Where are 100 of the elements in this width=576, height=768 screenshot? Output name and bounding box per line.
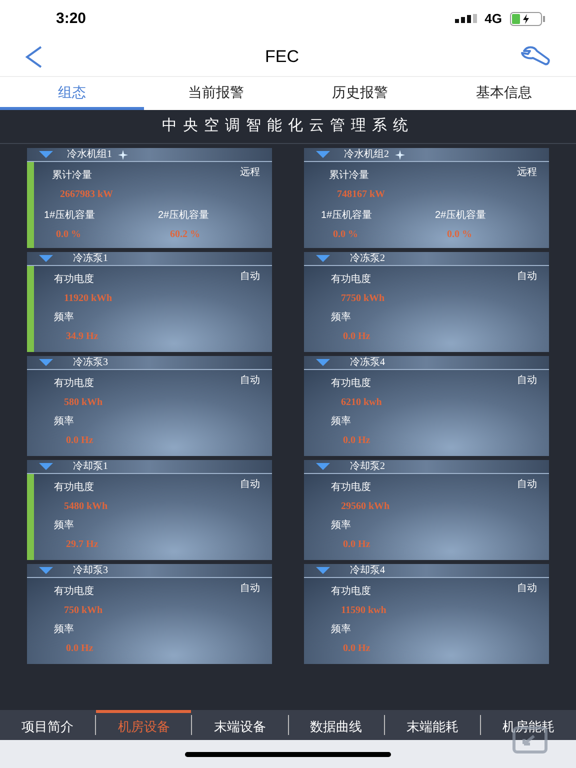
card-title: 冷冻泵3 xyxy=(73,358,108,368)
dropdown-triangle-icon[interactable] xyxy=(316,151,330,158)
reading-label: 频率 xyxy=(54,622,74,637)
dropdown-triangle-icon[interactable] xyxy=(39,567,53,574)
device-card[interactable]: 冷却泵1 有功电度 5480 kWh 频率 29.7 Hz 自动 xyxy=(27,460,272,560)
reading-label: 2#压机容量 xyxy=(158,208,210,223)
reading-label: 频率 xyxy=(331,518,351,533)
device-card[interactable]: 冷却泵4 有功电度 11590 kwh 频率 0.0 Hz 自动 xyxy=(304,564,549,664)
reading-value: 34.9 Hz xyxy=(66,330,98,344)
tab[interactable]: 组态 xyxy=(0,77,144,110)
reading-value: 11590 kwh xyxy=(341,604,386,618)
bottom-tab[interactable]: 末端能耗 xyxy=(384,710,480,740)
bottom-tab[interactable]: 数据曲线 xyxy=(288,710,384,740)
reading-value: 7750 kWh xyxy=(341,292,385,306)
reading-value: 2667983 kW xyxy=(60,188,114,202)
mode-label: 自动 xyxy=(517,478,537,492)
reading-label: 累计冷量 xyxy=(329,168,369,183)
mode-label: 自动 xyxy=(240,582,260,596)
reading-value: 0.0 Hz xyxy=(66,642,94,656)
card-title: 冷却泵4 xyxy=(350,566,385,576)
page-title: FEC xyxy=(265,46,299,68)
reading-value: 748167 kW xyxy=(337,188,386,202)
dropdown-triangle-icon[interactable] xyxy=(316,463,330,470)
battery-icon xyxy=(510,12,546,26)
reading-value: 0.0 Hz xyxy=(66,434,94,448)
reading-label: 有功电度 xyxy=(54,480,94,495)
back-icon[interactable] xyxy=(24,45,44,69)
reading-label: 频率 xyxy=(54,310,74,325)
bottom-tab[interactable]: 项目简介 xyxy=(0,710,96,740)
bottom-tab[interactable]: 末端设备 xyxy=(192,710,288,740)
reading-value: 29560 kWh xyxy=(341,500,390,514)
panel-title: 中央空调智能化云管理系统 xyxy=(162,116,414,136)
reading-value: 0.0 % xyxy=(56,228,81,242)
device-card[interactable]: 冷水机组2 累计冷量 748167 kW 1#压机容量 2#压机容量 0.0 % 0.0 % 远程 xyxy=(304,148,549,248)
tab[interactable]: 基本信息 xyxy=(432,77,576,110)
sparkle-icon xyxy=(395,150,405,160)
reading-value: 580 kWh xyxy=(64,396,103,410)
mode-label: 远程 xyxy=(240,166,260,180)
device-card[interactable]: 冷水机组1 累计冷量 2667983 kW 1#压机容量 2#压机容量 0.0 % 60.2 % 远程 xyxy=(27,148,272,248)
sparkle-icon xyxy=(118,150,128,160)
dropdown-triangle-icon[interactable] xyxy=(39,151,53,158)
device-card[interactable]: 冷冻泵3 有功电度 580 kWh 频率 0.0 Hz 自动 xyxy=(27,356,272,456)
reading-label: 频率 xyxy=(331,414,351,429)
device-card[interactable]: 冷冻泵2 有功电度 7750 kWh 频率 0.0 Hz 自动 xyxy=(304,252,549,352)
reading-label: 有功电度 xyxy=(331,480,371,495)
dropdown-triangle-icon[interactable] xyxy=(39,255,53,262)
reading-value: 0.0 Hz xyxy=(343,642,370,656)
reading-value: 0.0 % xyxy=(333,228,358,242)
dropdown-triangle-icon[interactable] xyxy=(316,567,330,574)
dropdown-triangle-icon[interactable] xyxy=(316,255,330,262)
reading-value: 0.0 Hz xyxy=(343,434,370,448)
status-time: 3:20 xyxy=(56,8,86,29)
reading-label: 有功电度 xyxy=(331,272,371,287)
card-title: 冷水机组1 xyxy=(67,150,112,160)
reading-label: 2#压机容量 xyxy=(435,208,486,223)
card-title: 冷却泵2 xyxy=(350,462,385,472)
reading-value: 11920 kWh xyxy=(64,292,112,306)
reading-label: 有功电度 xyxy=(54,584,94,599)
reading-label: 1#压机容量 xyxy=(44,208,96,223)
card-title: 冷冻泵1 xyxy=(73,254,108,264)
tab[interactable]: 当前报警 xyxy=(144,77,288,110)
mode-label: 自动 xyxy=(517,582,537,596)
signal-icon xyxy=(454,14,477,24)
reading-value: 60.2 % xyxy=(170,228,200,242)
reading-label: 有功电度 xyxy=(54,376,94,391)
mode-label: 远程 xyxy=(517,166,537,180)
dropdown-triangle-icon[interactable] xyxy=(39,463,53,470)
reading-value: 6210 kwh xyxy=(341,396,382,410)
device-card[interactable]: 冷却泵2 有功电度 29560 kWh 频率 0.0 Hz 自动 xyxy=(304,460,549,560)
reading-label: 累计冷量 xyxy=(52,168,92,183)
device-card[interactable]: 冷冻泵4 有功电度 6210 kwh 频率 0.0 Hz 自动 xyxy=(304,356,549,456)
reading-label: 有功电度 xyxy=(54,272,94,287)
network-label: 4G xyxy=(484,10,502,28)
card-title: 冷水机组2 xyxy=(344,150,389,160)
reading-label: 1#压机容量 xyxy=(321,208,372,223)
device-card[interactable]: 冷冻泵1 有功电度 11920 kWh 频率 34.9 Hz 自动 xyxy=(27,252,272,352)
mode-label: 自动 xyxy=(517,374,537,388)
mode-label: 自动 xyxy=(240,478,260,492)
device-card[interactable]: 冷却泵3 有功电度 750 kWh 频率 0.0 Hz 自动 xyxy=(27,564,272,664)
mode-label: 自动 xyxy=(240,374,260,388)
bottom-tab[interactable]: 机房能耗 xyxy=(480,710,576,740)
reading-label: 有功电度 xyxy=(331,584,371,599)
mode-label: 自动 xyxy=(517,270,537,284)
reading-value: 750 kWh xyxy=(64,604,103,618)
reading-label: 频率 xyxy=(331,622,351,637)
card-title: 冷却泵3 xyxy=(73,566,108,576)
reading-label: 频率 xyxy=(331,310,351,325)
reading-label: 频率 xyxy=(54,414,74,429)
dropdown-triangle-icon[interactable] xyxy=(316,359,330,366)
reading-value: 0.0 Hz xyxy=(343,330,370,344)
card-title: 冷冻泵2 xyxy=(350,254,385,264)
mode-label: 自动 xyxy=(240,270,260,284)
reading-label: 有功电度 xyxy=(331,376,371,391)
dropdown-triangle-icon[interactable] xyxy=(39,359,53,366)
reading-value: 0.0 % xyxy=(447,228,472,242)
reading-value: 0.0 Hz xyxy=(343,538,370,552)
card-title: 冷冻泵4 xyxy=(350,358,385,368)
reading-value: 5480 kWh xyxy=(64,500,108,514)
reading-label: 频率 xyxy=(54,518,74,533)
tab[interactable]: 历史报警 xyxy=(288,77,432,110)
